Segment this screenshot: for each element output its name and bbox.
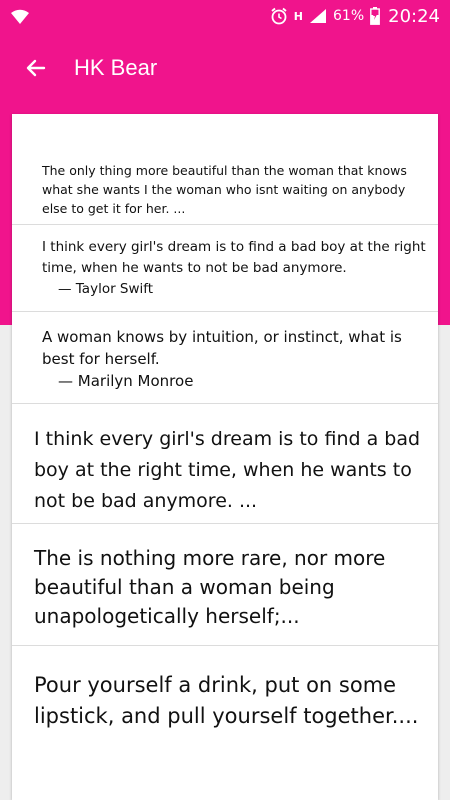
quote-item[interactable]: I think every girl's dream is to find a … [12, 225, 438, 312]
status-bar: H 61% 20:24 [0, 0, 450, 32]
quote-item[interactable]: I think every girl's dream is to find a … [12, 404, 438, 524]
arrow-left-icon [26, 59, 46, 77]
quote-author: — Marilyn Monroe [58, 372, 194, 390]
quote-text: The is nothing more rare, nor more beaut… [34, 546, 386, 628]
wifi-icon [11, 9, 29, 24]
quote-item[interactable]: The only thing more beautiful than the w… [12, 114, 438, 225]
signal-icon [310, 9, 326, 23]
quote-item[interactable]: A woman knows by intuition, or instinct,… [12, 312, 438, 404]
battery-percent: 61% [333, 8, 365, 24]
quote-text: Pour yourself a drink, put on some lipst… [34, 673, 419, 728]
app-bar: HK Bear [0, 32, 450, 104]
quote-item[interactable]: The is nothing more rare, nor more beaut… [12, 524, 438, 646]
clock: 20:24 [388, 5, 440, 27]
quotes-list: The only thing more beautiful than the w… [12, 114, 438, 800]
quote-text: I think every girl's dream is to find a … [42, 239, 426, 276]
quote-item[interactable]: Pour yourself a drink, put on some lipst… [12, 646, 438, 800]
quote-text: The only thing more beautiful than the w… [42, 163, 407, 216]
quote-text: I think every girl's dream is to find a … [34, 428, 421, 512]
back-button[interactable] [10, 42, 62, 94]
quote-author: — Taylor Swift [58, 281, 154, 297]
app-title: HK Bear [74, 55, 158, 80]
network-type-label: H [293, 9, 303, 23]
battery-charging-icon [370, 7, 381, 25]
quote-text: A woman knows by intuition, or instinct,… [42, 328, 402, 368]
alarm-icon [271, 7, 287, 25]
